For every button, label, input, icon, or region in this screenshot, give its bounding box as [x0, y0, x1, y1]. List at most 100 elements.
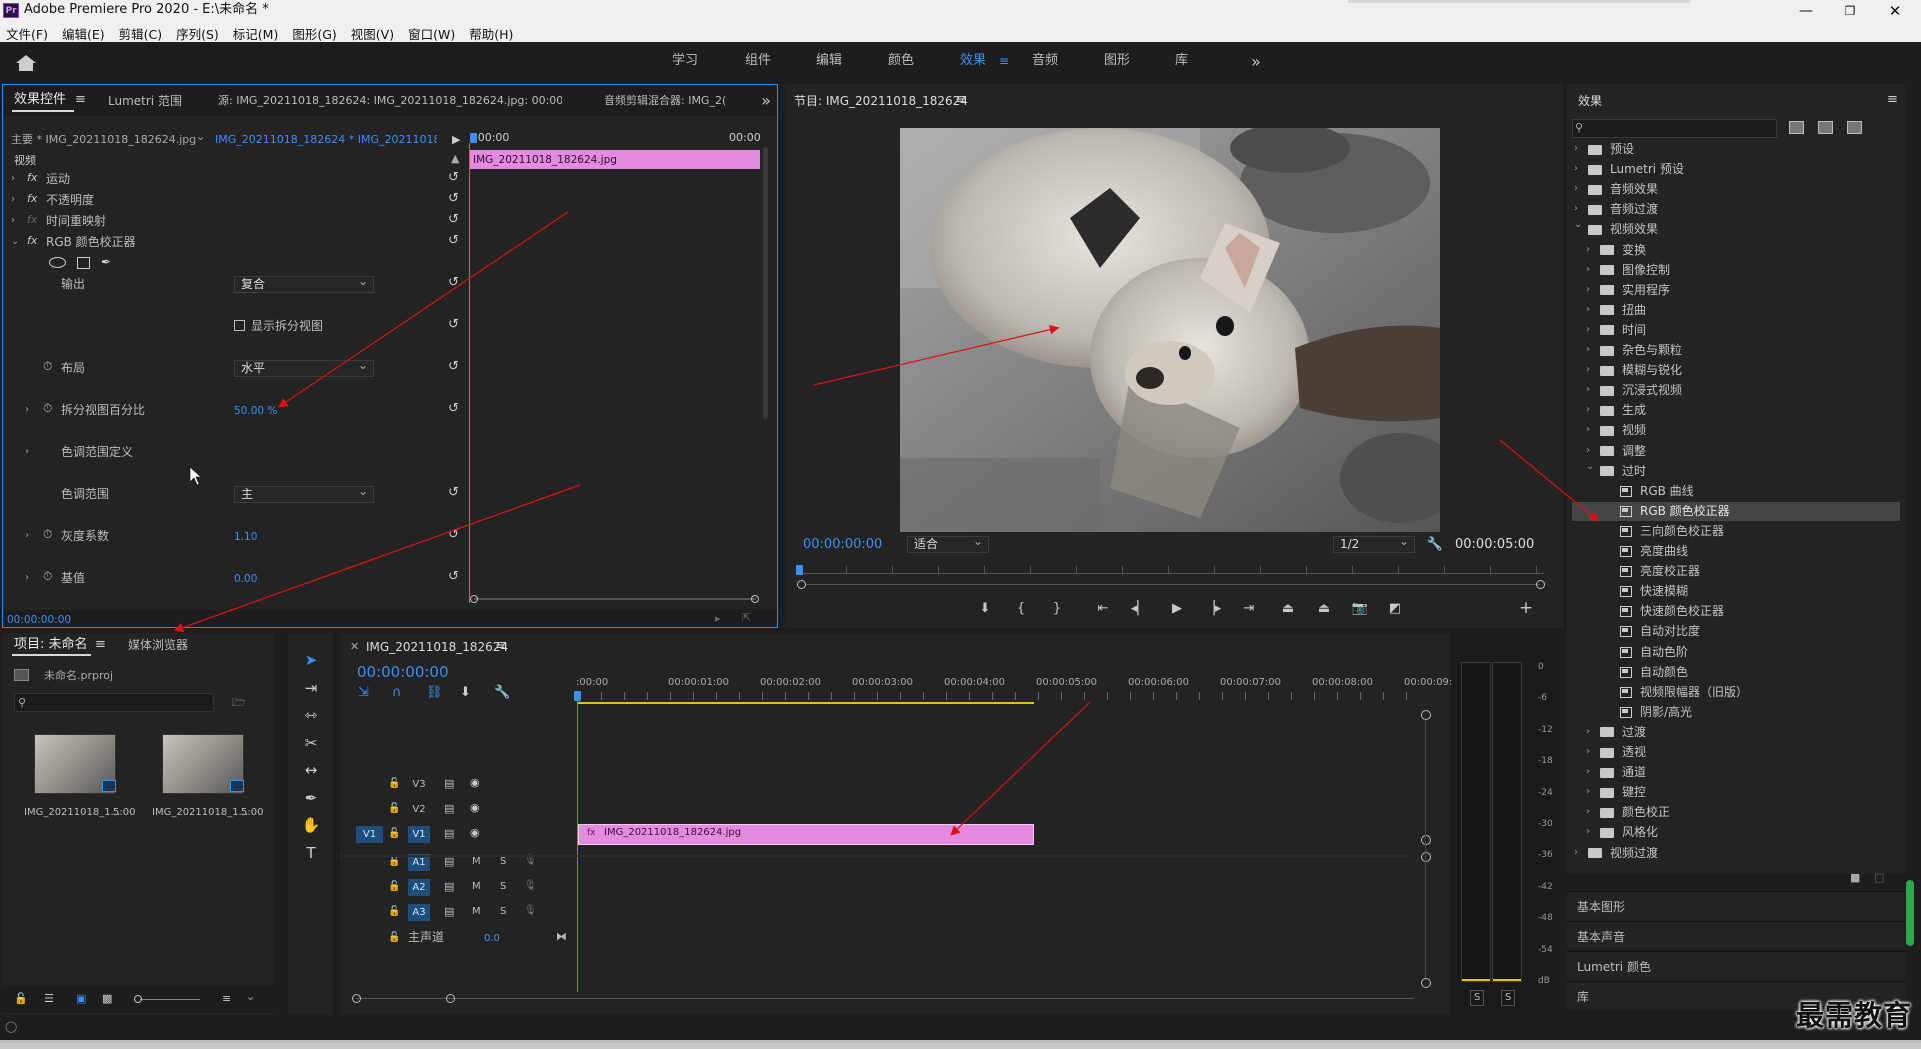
project-item[interactable]: IMG_20211018_1... 5:00 [16, 726, 138, 826]
tree-chevron[interactable]: › [1586, 303, 1590, 317]
track-target[interactable]: A3 [408, 904, 430, 921]
tree-chevron[interactable]: › [1574, 142, 1578, 156]
reset-icon[interactable]: ↺ [448, 570, 459, 584]
work-area-bar[interactable] [578, 702, 1034, 704]
yuv-effects-icon[interactable] [1847, 121, 1862, 134]
tree-chevron[interactable]: › [1574, 846, 1578, 860]
effects-item[interactable]: RGB 颜色校正器 [1620, 504, 1730, 518]
tree-chevron[interactable]: › [1586, 283, 1590, 297]
insert-nest-icon[interactable]: ⇲ [358, 686, 369, 700]
effects-section-2[interactable]: Lumetri 颜色 [1567, 951, 1905, 980]
expand-chevron[interactable]: › [25, 403, 29, 417]
tree-chevron[interactable]: › [1586, 765, 1590, 779]
workspace-tab-7[interactable]: 库 [1175, 54, 1188, 68]
reset-icon[interactable]: ↺ [448, 171, 459, 185]
effects-folder[interactable]: 预设 [1588, 142, 1634, 156]
effects-folder[interactable]: 过时 [1600, 464, 1646, 478]
master-clip-dropdown-icon[interactable]: ⌄ [196, 130, 205, 144]
expand-chevron[interactable]: ⌄ [11, 235, 19, 249]
master-volume-value[interactable]: 0.0 [484, 932, 500, 946]
tree-chevron[interactable]: ⌄ [1574, 218, 1582, 232]
solo-button[interactable]: S [500, 880, 506, 894]
reset-icon[interactable]: ↺ [448, 276, 459, 290]
ec-playhead-marker[interactable] [470, 133, 477, 143]
property-value[interactable]: 0.00 [234, 572, 257, 586]
timeline-h-scroll-right[interactable] [446, 994, 455, 1003]
icon-view-icon[interactable]: ▣ [76, 992, 86, 1006]
list-view-icon[interactable]: ☰ [44, 992, 54, 1006]
master-jump-icon[interactable]: ⧓ [556, 930, 567, 944]
fx-toggle-icon[interactable]: fx [27, 213, 37, 227]
sync-lock-icon[interactable]: ▤ [444, 905, 454, 919]
sync-lock-icon[interactable]: ▤ [444, 777, 454, 791]
stopwatch-icon[interactable]: ⏱ [43, 359, 52, 373]
go-to-out-icon[interactable]: ⇥ [1239, 597, 1259, 619]
tree-chevron[interactable]: › [1586, 805, 1590, 819]
tree-chevron[interactable]: › [1586, 403, 1590, 417]
timeline-v-scroll-bottom[interactable] [1421, 978, 1431, 988]
effects-folder[interactable]: 扭曲 [1600, 303, 1646, 317]
comparison-view-icon[interactable]: ◩ [1385, 597, 1405, 619]
workspace-tab-3[interactable]: 颜色 [888, 54, 914, 68]
sort-icon[interactable]: ≡ [222, 992, 231, 1006]
project-item[interactable]: IMG_20211018_1... 5:00 [144, 726, 266, 826]
effects-folder[interactable]: 过渡 [1600, 725, 1646, 739]
reset-icon[interactable]: ↺ [448, 360, 459, 374]
panel-overflow-icon[interactable]: » [758, 91, 774, 110]
32bit-effects-icon[interactable] [1818, 121, 1833, 134]
reset-icon[interactable]: ↺ [448, 192, 459, 206]
workspace-tab-4[interactable]: 效果 [960, 54, 986, 68]
home-icon[interactable] [16, 55, 36, 63]
voice-over-icon[interactable]: 🎙 [524, 904, 537, 918]
property-dropdown[interactable]: 水平 [234, 358, 374, 377]
sequence-clip-label[interactable]: IMG_20211018_182624 * IMG_20211018_... [215, 133, 437, 147]
scroll-up-icon[interactable]: ▲ [451, 152, 459, 166]
effects-folder[interactable]: 时间 [1600, 323, 1646, 337]
workspace-tab-1[interactable]: 组件 [745, 54, 771, 68]
track-target[interactable]: V3 [408, 776, 430, 793]
reset-icon[interactable]: ↺ [448, 213, 459, 227]
sync-lock-icon[interactable]: ▤ [444, 880, 454, 894]
mute-button[interactable]: M [472, 905, 481, 919]
effects-folder[interactable]: 生成 [1600, 403, 1646, 417]
effects-search-input[interactable] [1572, 119, 1777, 138]
project-search-input[interactable] [14, 693, 214, 712]
type-tool-icon[interactable]: T [302, 843, 320, 863]
mute-button[interactable]: M [472, 880, 481, 894]
effects-folder[interactable]: 视频过渡 [1588, 846, 1658, 860]
sort-dropdown-icon[interactable]: ⌄ [246, 990, 255, 1004]
menu-item-8[interactable]: 帮助(H) [469, 24, 513, 42]
track-lock-icon[interactable]: 🔓 [388, 905, 400, 919]
meter-solo-left[interactable]: S [1470, 990, 1485, 1006]
go-to-in-icon[interactable]: ⇤ [1093, 597, 1113, 619]
timeline-settings-icon[interactable]: 🔧 [494, 686, 510, 700]
menu-item-4[interactable]: 标记(M) [233, 24, 279, 42]
ec-footer-timecode[interactable]: 00:00:00:00 [7, 613, 71, 627]
program-playhead-marker[interactable] [796, 565, 803, 575]
source-patch-v1[interactable]: V1 [356, 826, 383, 843]
timeline-menu-icon[interactable]: ≡ [495, 639, 506, 653]
ec-timeline-scrollbar[interactable] [763, 147, 768, 419]
close-window-button[interactable]: ✕ [1875, 0, 1915, 21]
eye-icon[interactable]: ◉ [470, 801, 480, 815]
effects-section-1[interactable]: 基本声音 [1567, 921, 1905, 950]
more-workspaces-icon[interactable]: » [1248, 52, 1264, 71]
pen-tool-icon[interactable]: ✒ [302, 788, 320, 808]
linked-selection-icon[interactable]: ⛓ [426, 686, 443, 700]
effects-item[interactable]: 自动颜色 [1620, 665, 1688, 679]
effects-folder[interactable]: 沉浸式视频 [1600, 383, 1682, 397]
accelerated-effects-icon[interactable] [1789, 121, 1804, 134]
play-clip-icon[interactable]: ▶ [452, 133, 460, 147]
master-lock-icon[interactable]: 🔓 [388, 931, 400, 945]
ec-zoom-handle-right[interactable] [751, 595, 759, 603]
sync-lock-icon[interactable]: ▤ [444, 802, 454, 816]
effects-panel-title[interactable]: 效果 [1578, 94, 1602, 108]
fx-toggle-icon[interactable]: fx [27, 192, 37, 206]
resolution-dropdown[interactable]: 1/2 [1333, 534, 1415, 553]
tab-effect-controls[interactable]: 效果控件 [14, 93, 66, 107]
thumbnail-size-handle[interactable] [134, 995, 142, 1003]
sync-lock-icon[interactable]: ▤ [444, 827, 454, 841]
reset-icon[interactable]: ↺ [448, 234, 459, 248]
program-menu-icon[interactable]: ≡ [955, 93, 966, 107]
ellipse-mask-icon[interactable] [49, 257, 66, 268]
